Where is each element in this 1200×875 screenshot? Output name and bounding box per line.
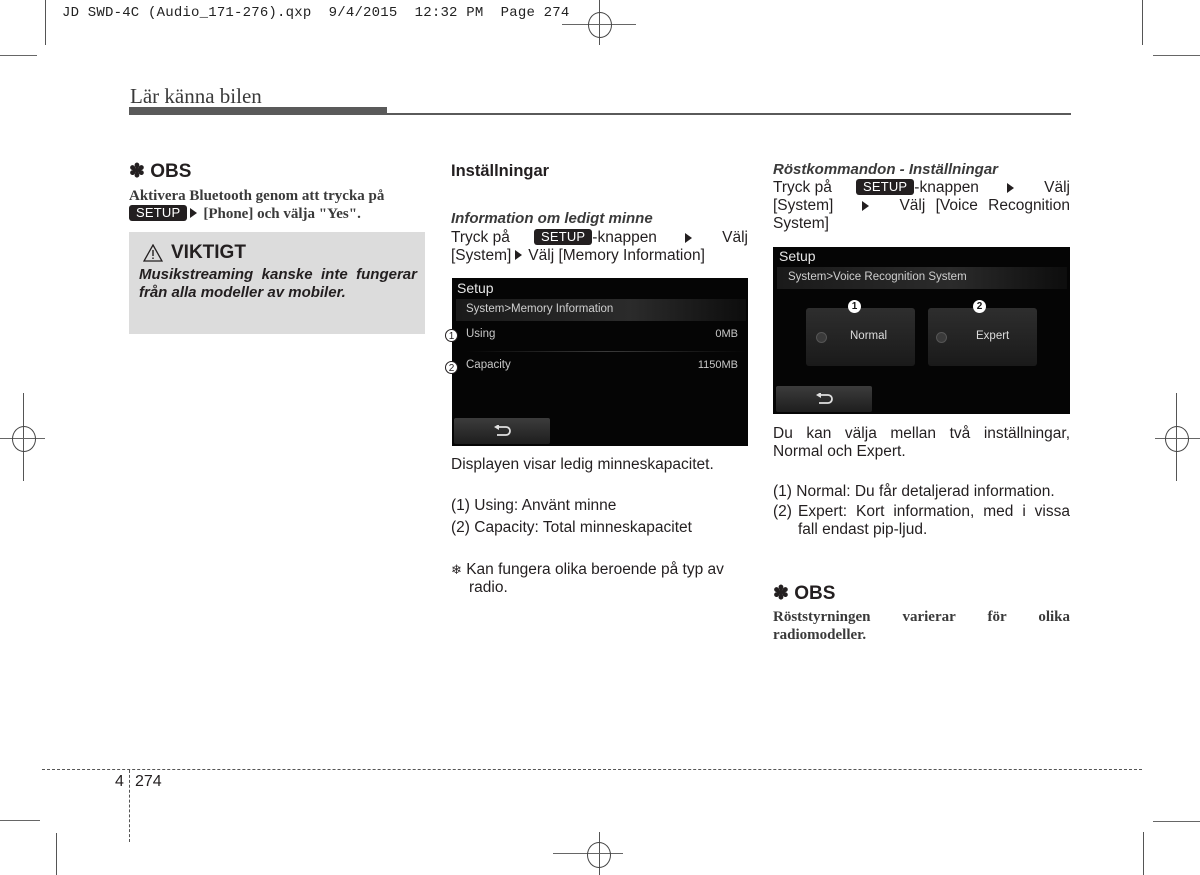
option-expert-button[interactable]: Expert [928, 308, 1037, 366]
capacity-label: Capacity [466, 359, 511, 371]
screen-title: Setup [457, 280, 494, 296]
screen-breadcrumb: System>Memory Information [466, 303, 614, 315]
arrow-right-icon [190, 208, 198, 218]
setup-key-label: SETUP [855, 179, 915, 195]
radio-indicator [816, 332, 827, 343]
option-label: Normal [850, 330, 888, 342]
note: ❄ Kan fungera olika beroende på typ av r… [451, 561, 724, 596]
list-item: (2) Capacity: Total minneskapacitet [451, 519, 692, 536]
back-button[interactable] [776, 386, 872, 412]
running-head: Lär känna bilen [130, 84, 262, 108]
crop-mark [45, 0, 46, 45]
page-number: 274 [135, 773, 162, 790]
crop-mark [56, 833, 57, 875]
warning-box: VIKTIGT Musikstreaming kanske inte funge… [129, 232, 425, 334]
memory-description: Displayen visar ledig minneskapacitet. (… [451, 456, 748, 597]
setup-key-label: SETUP [129, 205, 188, 221]
list-item: (1) Normal: Du får detaljerad informatio… [773, 483, 1055, 500]
warning-text: Musikstreaming kanske inte fungerar från… [139, 266, 417, 301]
crop-mark [1153, 821, 1200, 822]
option-normal-button[interactable]: Normal [806, 308, 915, 366]
voice-recognition-screen: Setup System>Voice Recognition System No… [773, 247, 1070, 414]
header-rule-thin [387, 113, 1071, 115]
footer-rule [42, 769, 1142, 770]
capacity-value: 1150MB [697, 359, 738, 371]
obs-note-right: ✽ OBS Röststyrningen varierar för olika … [773, 583, 1070, 643]
arrow-right-icon [685, 233, 693, 243]
back-arrow-icon [494, 425, 511, 436]
warning-heading: VIKTIGT [143, 242, 246, 264]
subsection-heading: Röstkommandon - Inställningar [773, 161, 999, 178]
memory-info-screen: Setup System>Memory Information Using 0M… [452, 278, 748, 446]
left-column: ✽ OBS Aktivera Bluetooth genom att tryck… [129, 160, 425, 223]
arrow-right-icon [1007, 183, 1015, 193]
crop-mark [0, 55, 37, 56]
setup-key-label: SETUP [533, 229, 593, 245]
middle-column: Inställningar Information om ledigt minn… [451, 162, 748, 265]
list-item: (2) Expert: Kort information, med i viss… [773, 503, 1070, 538]
warning-triangle-icon [143, 244, 163, 262]
option-label: Expert [976, 330, 1010, 342]
print-slug: JD SWD-4C (Audio_171-276).qxp 9/4/2015 1… [62, 5, 570, 21]
screen-breadcrumb: System>Voice Recognition System [788, 271, 967, 283]
crop-mark [1142, 0, 1143, 45]
using-label: Using [466, 328, 496, 340]
obs-heading: ✽ OBS [773, 583, 836, 604]
section-heading: Inställningar [451, 162, 550, 180]
header-rule-thick [129, 107, 387, 115]
back-arrow-icon [816, 393, 833, 404]
crop-mark [1153, 55, 1200, 56]
callout-2: 2 [973, 300, 986, 313]
subsection-heading: Information om ledigt minne [451, 210, 653, 227]
crop-mark [1143, 832, 1144, 875]
callout-1: 1 [445, 329, 458, 342]
obs-heading: ✽ OBS [129, 161, 192, 182]
back-button[interactable] [454, 418, 550, 444]
instruction-text: Tryck på SETUP -knappen Välj [System] Väl… [773, 179, 1070, 232]
instruction-text: Tryck på SETUP -knappen Välj [System] Välj… [451, 229, 748, 264]
callout-2: 2 [445, 361, 458, 374]
footer-divider [129, 770, 130, 842]
voice-description: Du kan välja mellan två inställningar, N… [773, 425, 1070, 538]
list-item: (1) Using: Använt minne [451, 497, 617, 514]
using-value: 0MB [715, 328, 738, 340]
arrow-right-icon [861, 201, 869, 211]
obs-text: Aktivera Bluetooth genom att trycka på S… [129, 188, 385, 222]
arrow-right-icon [515, 250, 523, 260]
right-column: Röstkommandon - Inställningar Tryck på S… [773, 161, 1070, 233]
radio-indicator [936, 332, 947, 343]
snowflake-icon: ❄ [451, 562, 462, 577]
screen-title: Setup [779, 248, 816, 264]
chapter-number: 4 [115, 773, 124, 790]
callout-1: 1 [848, 300, 861, 313]
crop-mark [0, 820, 40, 821]
